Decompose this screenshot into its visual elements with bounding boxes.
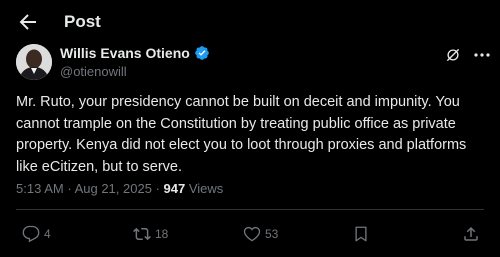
bookmark-button[interactable]	[352, 222, 370, 246]
author-name-row[interactable]: Willis Evans Otieno	[60, 45, 210, 61]
avatar[interactable]	[16, 44, 52, 80]
share-icon	[464, 226, 478, 241]
repost-count: 18	[155, 227, 169, 241]
share-button[interactable]	[462, 222, 480, 246]
views-label: Views	[188, 181, 224, 196]
like-count: 53	[265, 227, 279, 241]
post-time[interactable]: 5:13 AM	[16, 181, 64, 196]
post-meta: 5:13 AM · Aug 21, 2025 · 947 Views	[16, 181, 223, 196]
post-header: Post	[0, 0, 500, 44]
grok-icon[interactable]	[444, 46, 462, 64]
author-name[interactable]: Willis Evans Otieno	[60, 45, 190, 61]
divider	[16, 209, 484, 210]
post-text: Mr. Ruto, your presidency cannot be buil…	[16, 94, 467, 175]
reply-count: 4	[44, 227, 51, 241]
reply-icon	[22, 225, 40, 243]
repost-button[interactable]: 18	[133, 222, 168, 246]
author-handle[interactable]: @otienowill	[60, 64, 127, 79]
meta-separator: ·	[155, 181, 160, 196]
views-count: 947	[163, 181, 186, 196]
post-date[interactable]: Aug 21, 2025	[75, 181, 152, 196]
back-arrow-icon[interactable]	[16, 10, 40, 34]
meta-separator: ·	[67, 181, 72, 196]
bookmark-icon	[355, 226, 367, 242]
like-button[interactable]: 53	[243, 222, 278, 246]
verified-badge-icon[interactable]	[194, 45, 210, 61]
page-title: Post	[64, 12, 101, 31]
action-bar: 4 18 53	[0, 222, 500, 246]
more-options-icon[interactable]	[473, 52, 491, 58]
reply-button[interactable]: 4	[22, 222, 51, 246]
avatar-image	[16, 44, 52, 80]
heart-icon	[243, 226, 261, 242]
repost-icon	[133, 227, 151, 241]
